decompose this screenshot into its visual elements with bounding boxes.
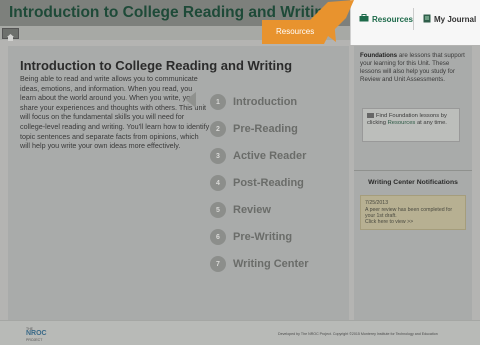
find-foundations-box: Find Foundation lessons by clicking Reso… <box>362 108 460 142</box>
unit-label: Introduction <box>233 96 298 108</box>
notification-link[interactable]: Click here to view >> <box>365 219 413 225</box>
find-text-2: at any time. <box>415 120 447 127</box>
unit-label: Review <box>233 204 271 216</box>
tab-my-journal-label: My Journal <box>434 15 477 24</box>
tab-divider <box>413 8 414 30</box>
app-window: Introduction to College Reading and Writ… <box>0 0 480 345</box>
find-foundations-text: Find Foundation lessons by clicking Reso… <box>367 113 457 127</box>
unit-item-pre-writing[interactable]: 6 Pre-Writing <box>210 229 292 245</box>
logo-bottom: PROJECT <box>26 338 43 342</box>
unit-number: 5 <box>210 202 226 218</box>
notification-text: A peer review has been completed for you… <box>365 207 453 220</box>
notification-message: A peer review has been completed for you… <box>365 207 463 226</box>
page-title: Introduction to College Reading and Writ… <box>20 58 293 73</box>
intro-paragraph: Being able to read and write allows you … <box>20 74 210 151</box>
divider <box>354 170 472 171</box>
unit-number: 7 <box>210 256 226 272</box>
unit-item-review[interactable]: 5 Review <box>210 202 271 218</box>
find-resources-link[interactable]: Resources <box>388 120 416 126</box>
unit-item-active-reader[interactable]: 3 Active Reader <box>210 148 306 164</box>
unit-label: Active Reader <box>233 150 307 162</box>
resources-callout-arrow: Resources <box>262 0 372 50</box>
journal-icon <box>423 14 431 25</box>
logo-text: NROC <box>26 330 47 337</box>
resources-icon <box>367 113 374 118</box>
unit-label: Writing Center <box>233 258 309 270</box>
tab-resources-label: Resources <box>372 14 413 24</box>
unit-number: 3 <box>210 148 226 164</box>
foundations-bold: Foundations <box>360 52 398 59</box>
unit-number: 1 <box>210 94 226 110</box>
unit-label: Pre-Reading <box>233 123 298 135</box>
home-button[interactable] <box>2 28 19 41</box>
unit-label: Pre-Writing <box>233 231 293 243</box>
footer: THE NROC PROJECT Developed by The NROC P… <box>0 320 480 345</box>
notification-date: 7/25/2013 <box>365 200 389 206</box>
unit-item-introduction[interactable]: 1 Introduction <box>210 94 297 110</box>
unit-item-post-reading[interactable]: 4 Post-Reading <box>210 175 304 191</box>
right-sidebar: Foundations are lessons that support you… <box>354 46 472 320</box>
foundations-description: Foundations are lessons that support you… <box>360 52 466 84</box>
unit-number: 2 <box>210 121 226 137</box>
callout-label: Resources <box>276 27 315 36</box>
current-unit-pointer <box>186 92 196 108</box>
unit-label: Post-Reading <box>233 177 304 189</box>
unit-number: 6 <box>210 229 226 245</box>
writing-center-notification[interactable]: 7/25/2013 A peer review has been complet… <box>360 195 466 230</box>
copyright-text: Developed by The NROC Project. Copyright… <box>278 332 438 336</box>
tab-my-journal[interactable]: My Journal <box>423 14 476 25</box>
unit-number: 4 <box>210 175 226 191</box>
nroc-logo: THE NROC PROJECT <box>26 327 66 343</box>
unit-item-pre-reading[interactable]: 2 Pre-Reading <box>210 121 298 137</box>
home-icon <box>3 29 18 46</box>
unit-item-writing-center[interactable]: 7 Writing Center <box>210 256 309 272</box>
writing-center-title: Writing Center Notifications <box>368 179 458 186</box>
